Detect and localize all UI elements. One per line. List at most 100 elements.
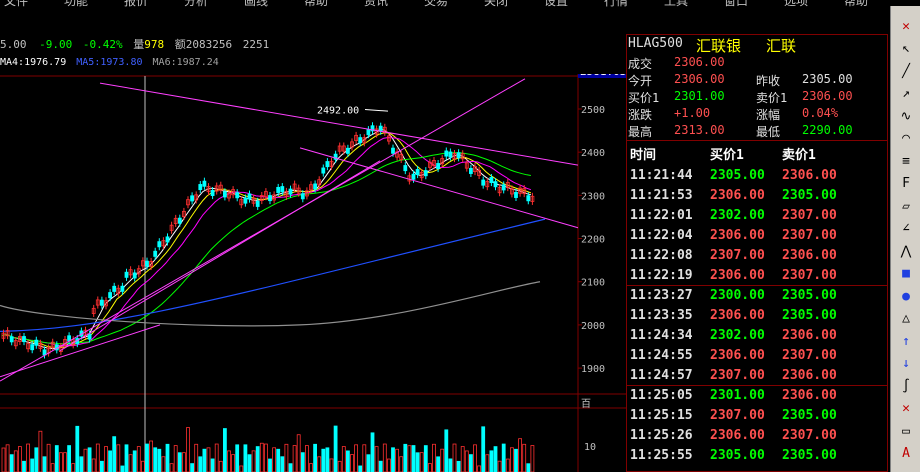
close-icon[interactable]: ✕	[896, 16, 916, 36]
arrow-down-icon[interactable]: ↓	[896, 354, 916, 374]
ellipse-icon[interactable]: ●	[896, 286, 916, 306]
tick-time: 11:24:34	[630, 328, 693, 343]
menu-item[interactable]: 文件	[4, 0, 28, 9]
volume-bar	[71, 463, 76, 472]
tick-ask: 2305.00	[782, 308, 837, 323]
menu-item[interactable]: 帮助	[304, 0, 328, 9]
menu-item[interactable]: 资讯	[364, 0, 388, 9]
menu-item[interactable]: 画线	[244, 0, 268, 9]
menu-item[interactable]: 行情	[604, 0, 628, 9]
cross-lines-icon[interactable]: ✕	[896, 399, 916, 419]
candle-body	[325, 161, 330, 168]
volume-bar	[206, 447, 211, 472]
quote-field-value: 2306.00	[674, 72, 725, 86]
menu-item[interactable]: 功能	[64, 0, 88, 9]
volume-bar	[124, 444, 129, 472]
angle-lines-icon[interactable]: ∠	[896, 219, 916, 239]
fibonacci-icon[interactable]: F	[896, 174, 916, 194]
text-a-icon[interactable]: A	[896, 444, 916, 464]
curve-icon[interactable]: ∫	[896, 376, 916, 396]
volume-bar	[333, 425, 338, 472]
volume-bar	[263, 443, 268, 472]
tick-ask: 2306.00	[782, 388, 837, 403]
wave-icon[interactable]: ∿	[896, 106, 916, 126]
candle-body	[321, 167, 326, 174]
price-tick-label: 2300	[581, 191, 605, 202]
menu-item[interactable]: 报价	[124, 0, 148, 9]
volume-bar	[448, 458, 453, 472]
line-icon[interactable]: ╱	[896, 61, 916, 81]
eraser-icon[interactable]: ▭	[896, 421, 916, 441]
tick-bid: 2302.00	[710, 328, 765, 343]
ma4-label: MA4:1976.79	[0, 57, 67, 68]
quote-field-label: 最低	[756, 125, 781, 139]
volume-bar	[317, 456, 322, 472]
volume-bar	[526, 463, 531, 472]
rectangle-icon[interactable]: ■	[896, 264, 916, 284]
trendline-channel-lower	[299, 147, 579, 229]
volume-bar	[214, 443, 219, 472]
menu-item[interactable]: 交易	[424, 0, 448, 9]
candle-body	[345, 147, 350, 154]
volume-bar	[337, 460, 342, 472]
menu-item[interactable]: 关闭	[484, 0, 508, 9]
tick-time: 11:24:57	[630, 368, 693, 383]
triangle-icon[interactable]: △	[896, 309, 916, 329]
candle-body	[276, 186, 281, 193]
ma-legend: MA4:1976.79 MA5:1973.80 MA6:1987.24	[0, 57, 580, 71]
arc-icon[interactable]: ◠	[896, 129, 916, 149]
tick-ask: 2305.00	[782, 448, 837, 463]
parallel-lines-icon[interactable]: ≡	[896, 151, 916, 171]
tick-time: 11:22:08	[630, 248, 693, 263]
change-percent: -0.42%	[82, 38, 123, 51]
channel-icon[interactable]: ▱	[896, 196, 916, 216]
volume-bar	[501, 443, 506, 472]
price-chart[interactable]: 2500 2400 2300 2200 2100 2000 1900 2581.03 百 10 24…	[0, 74, 626, 472]
arrow-up-icon[interactable]: ↑	[896, 331, 916, 351]
menu-item[interactable]: 设置	[544, 0, 568, 9]
volume-bar	[350, 454, 354, 472]
volume-value: 978	[144, 38, 165, 51]
candle-body	[366, 129, 371, 136]
volume-bar	[5, 444, 10, 472]
tick-bid: 2306.00	[710, 348, 765, 363]
ma5-label: MA5:1973.80	[76, 57, 143, 68]
volume-bar	[149, 440, 154, 472]
menu-item[interactable]: 帮助	[844, 0, 868, 9]
gann-fan-icon[interactable]: ⋀	[896, 241, 916, 261]
quote-short-name: 汇联	[766, 37, 797, 55]
candle-body	[9, 336, 14, 343]
volume-bar	[38, 430, 43, 472]
volume-bar	[190, 463, 195, 472]
candle-body	[423, 170, 428, 177]
menu-item[interactable]: 窗口	[724, 0, 748, 9]
unit-label: 百	[581, 398, 591, 410]
menu-item[interactable]: 分析	[184, 0, 208, 9]
cursor-arrow-icon[interactable]: ↖	[896, 39, 916, 59]
menu-item[interactable]: 选项	[784, 0, 808, 9]
volume-bar	[440, 448, 445, 472]
quote-field-value: 2301.00	[674, 89, 725, 103]
candle-body	[100, 299, 104, 306]
tick-bid: 2307.00	[710, 248, 765, 263]
tick-bid: 2305.00	[710, 448, 765, 463]
candle-body	[391, 147, 395, 154]
volume-bar	[231, 454, 236, 472]
candle-body	[120, 285, 125, 292]
candle-body	[112, 285, 117, 292]
volume-bar	[100, 460, 104, 472]
volume-bar	[505, 458, 510, 472]
tick-bid: 2306.00	[710, 268, 765, 283]
candle-body	[436, 163, 441, 170]
tick-bid: 2306.00	[710, 428, 765, 443]
volume-bar	[518, 438, 522, 472]
ray-icon[interactable]: ↗	[896, 84, 916, 104]
volume-label: 量	[133, 38, 145, 51]
candle-body	[202, 180, 207, 187]
menu-bar: 文件 功能 报价 分析 画线 帮助 资讯 交易 关闭 设置 行情 工具 窗口 选项 帮助	[0, 0, 920, 9]
menu-item[interactable]: 工具	[664, 0, 688, 9]
price-tick-label: 2100	[581, 278, 605, 289]
ma4-line	[1, 129, 532, 350]
candle-body	[489, 177, 494, 184]
volume-bar	[128, 454, 133, 472]
